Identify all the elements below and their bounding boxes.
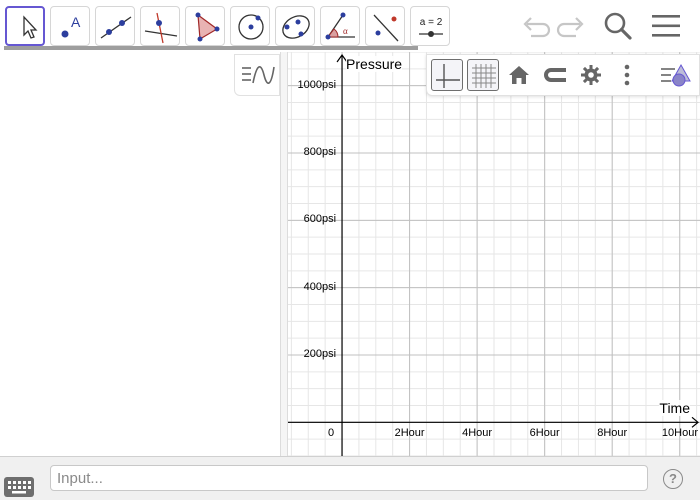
perpendicular-line-icon — [144, 12, 178, 44]
slider-tool[interactable]: a = 2 — [410, 6, 450, 46]
cursor-icon — [23, 15, 38, 39]
y-tick-label: 400psi — [303, 280, 337, 293]
line-through-points-icon — [100, 16, 132, 39]
polygon-tool[interactable] — [185, 6, 225, 46]
toolbar: A α a = 2 — [0, 0, 700, 50]
circle-center-point-icon — [238, 14, 264, 40]
more-vert-icon — [624, 64, 630, 86]
magnet-icon — [544, 68, 566, 82]
more-options-button[interactable] — [611, 59, 643, 91]
x-tick-label: 0 — [327, 427, 335, 440]
grid-toggle-icon — [472, 64, 496, 88]
search-button[interactable] — [600, 8, 636, 44]
axes-toggle-button[interactable] — [431, 59, 463, 91]
circle-tool[interactable] — [230, 6, 270, 46]
y-axis-title: Pressure — [346, 56, 403, 72]
keyboard-icon — [8, 481, 31, 494]
input-help-button[interactable]: ? — [663, 469, 683, 489]
point-capturing-button[interactable] — [539, 59, 571, 91]
view-splitter[interactable] — [280, 52, 288, 456]
input-bar: ? — [0, 456, 700, 500]
home-icon — [509, 66, 529, 84]
style-bar-toggle-button[interactable] — [659, 59, 691, 91]
polygon-icon — [195, 12, 220, 42]
algebra-view[interactable] — [0, 52, 282, 456]
axes-toggle-icon — [436, 64, 460, 88]
undo-icon — [523, 17, 551, 38]
geogebra-app: A α a = 2 200psi 400psi 600psi 800psi 10… — [0, 0, 700, 500]
x-tick-label: 6Hour — [529, 427, 560, 440]
move-tool[interactable] — [5, 6, 45, 46]
style-bar-toggle-icon — [661, 63, 691, 87]
angle-tool[interactable]: α — [320, 6, 360, 46]
point-label-icon: A — [61, 14, 81, 38]
graphics-view[interactable]: 200psi 400psi 600psi 800psi 1000psi 0 2Hour 4Ho… — [288, 52, 700, 456]
algebra-toggle-icon — [242, 66, 275, 84]
redo-button[interactable] — [554, 8, 590, 44]
redo-icon — [556, 17, 584, 38]
standard-view-button[interactable] — [503, 59, 535, 91]
keyboard-toggle-button[interactable] — [4, 477, 34, 497]
search-icon — [604, 12, 632, 40]
reflect-about-line-icon — [373, 14, 399, 42]
gear-icon — [581, 65, 601, 85]
x-axis-title: Time — [659, 400, 690, 417]
undo-button[interactable] — [517, 8, 553, 44]
y-tick-label: 600psi — [303, 213, 337, 226]
y-tick-label: 1000psi — [297, 78, 337, 91]
graph-canvas[interactable] — [288, 52, 700, 456]
main-menu-button[interactable] — [648, 8, 684, 44]
slider-icon: a = 2 — [419, 17, 443, 37]
toolbar-divider — [4, 46, 418, 50]
reflect-tool[interactable] — [365, 6, 405, 46]
point-tool[interactable]: A — [50, 6, 90, 46]
slider-tool-label: a = 2 — [420, 17, 443, 28]
menu-icon — [652, 15, 680, 37]
algebra-input-field[interactable] — [50, 465, 648, 491]
y-tick-label: 200psi — [303, 348, 337, 360]
angle-icon: α — [325, 12, 355, 40]
point-tool-label: A — [71, 14, 81, 30]
grid-toggle-button[interactable] — [467, 59, 499, 91]
settings-button[interactable] — [575, 59, 607, 91]
x-tick-label: 10Hour — [661, 427, 698, 440]
line-tool[interactable] — [95, 6, 135, 46]
ellipse-tool[interactable] — [275, 6, 315, 46]
perpendicular-tool[interactable] — [140, 6, 180, 46]
y-tick-label: 800psi — [303, 146, 337, 158]
graphics-style-bar — [426, 54, 700, 96]
algebra-view-toggle[interactable] — [234, 54, 280, 96]
x-tick-label: 2Hour — [394, 427, 425, 440]
x-tick-label: 4Hour — [462, 427, 493, 440]
conic-through-points-icon — [282, 15, 310, 39]
angle-tool-label: α — [343, 26, 348, 36]
x-tick-label: 8Hour — [597, 427, 628, 440]
